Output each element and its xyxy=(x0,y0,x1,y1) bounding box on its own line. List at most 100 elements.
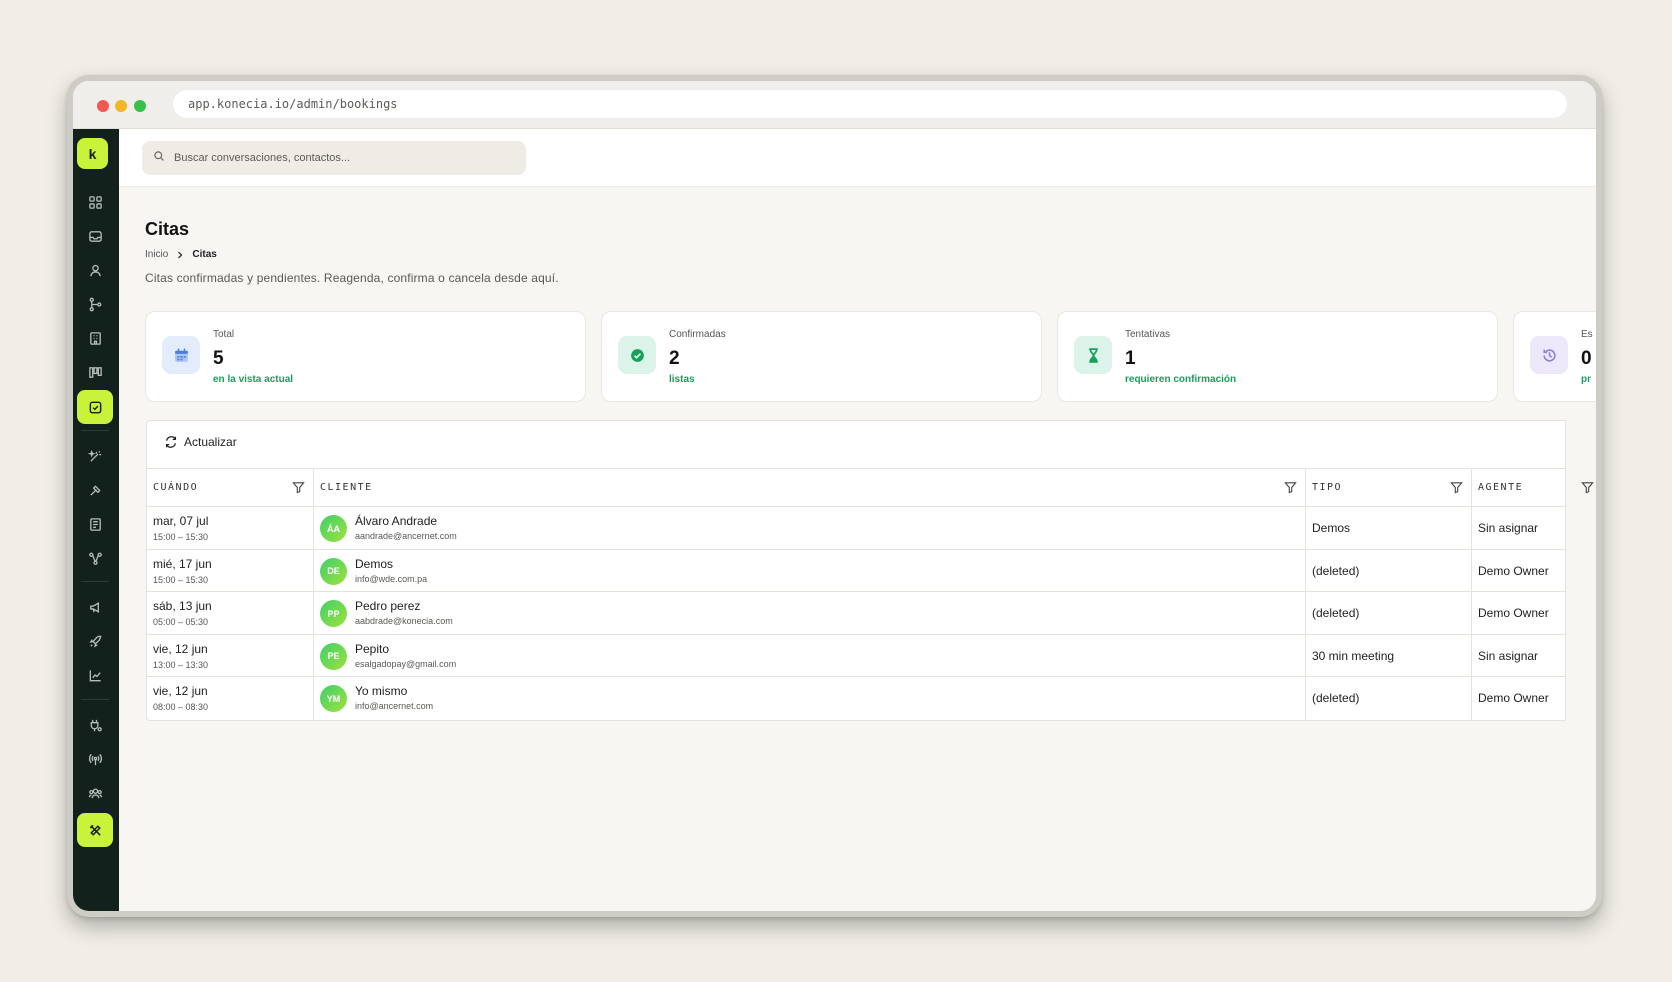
stat-value: 5 xyxy=(213,348,224,369)
search-input[interactable]: Buscar conversaciones, contactos... xyxy=(142,141,526,175)
avatar: DE xyxy=(320,557,347,585)
tools-icon xyxy=(89,824,101,836)
column-header-when[interactable]: CUÁNDO xyxy=(147,469,314,507)
client-name[interactable]: Demos xyxy=(355,557,393,571)
client-cell: PE Pepito esalgadopay@gmail.com xyxy=(314,634,1306,676)
agent-cell: Demo Owner xyxy=(1472,592,1596,634)
client-name[interactable]: Pedro perez xyxy=(355,599,420,613)
filter-icon[interactable] xyxy=(292,481,305,494)
sidebar-item-tools[interactable] xyxy=(77,473,113,507)
table-row[interactable]: sáb, 13 jun 05:00 – 05:30 PP Pedro perez… xyxy=(147,592,1565,635)
sidebar-item-integrations[interactable] xyxy=(77,541,113,575)
browser-titlebar: app.konecia.io/admin/bookings xyxy=(73,81,1596,129)
stat-value: 0 xyxy=(1581,348,1592,369)
sidebar-item-plugins[interactable] xyxy=(77,708,113,742)
sidebar-item-knowledge[interactable] xyxy=(77,507,113,541)
search-icon xyxy=(154,151,164,161)
column-title: CLIENTE xyxy=(320,482,373,493)
booking-time: 13:00 – 13:30 xyxy=(153,659,209,670)
type-cell: (deleted) xyxy=(1306,592,1472,634)
when-cell: sáb, 13 jun 05:00 – 05:30 xyxy=(147,592,314,634)
client-email: info@ancernet.com xyxy=(355,701,434,711)
booking-type: (deleted) xyxy=(1312,563,1360,578)
building-icon xyxy=(89,331,101,345)
filter-icon[interactable] xyxy=(1450,481,1463,494)
booking-time: 15:00 – 15:30 xyxy=(153,574,209,585)
sidebar-item-campaigns[interactable] xyxy=(77,590,113,624)
refresh-button[interactable]: Actualizar xyxy=(164,435,237,449)
stat-label: Tentativas xyxy=(1125,329,1171,340)
table-row[interactable]: mar, 07 jul 15:00 – 15:30 ÁA Álvaro Andr… xyxy=(147,507,1565,550)
booking-type: 30 min meeting xyxy=(1312,648,1395,663)
stat-label: Es xyxy=(1581,329,1593,340)
sidebar-item-channels[interactable] xyxy=(77,742,113,776)
table-row[interactable]: mié, 17 jun 15:00 – 15:30 DE Demos info@… xyxy=(147,549,1565,592)
sidebar-item-pipeline[interactable] xyxy=(77,355,113,389)
maximize-window-button[interactable] xyxy=(134,100,146,112)
app-logo[interactable]: k xyxy=(77,138,108,169)
booking-agent: Demo Owner xyxy=(1478,606,1549,620)
booking-agent: Demo Owner xyxy=(1478,563,1549,578)
sidebar-item-launch[interactable] xyxy=(77,624,113,658)
nodes-icon xyxy=(88,552,102,565)
chevron-right-icon xyxy=(178,251,183,258)
sidebar-divider xyxy=(81,430,109,431)
booking-agent: Demo Owner xyxy=(1478,691,1549,705)
sidebar-item-contacts[interactable] xyxy=(77,253,113,287)
table-row[interactable]: vie, 12 jun 13:00 – 13:30 PE Pepito esal… xyxy=(147,634,1565,677)
sidebar-item-team[interactable] xyxy=(77,776,113,810)
client-cell: ÁA Álvaro Andrade aandrade@ancernet.com xyxy=(314,507,1306,549)
breadcrumb-current: Citas xyxy=(192,249,217,260)
plug-settings-icon xyxy=(90,719,102,731)
table-header: CUÁNDO CLIENTE TIPO AGENTE xyxy=(147,469,1594,507)
hammer-icon xyxy=(89,484,101,496)
booking-type: (deleted) xyxy=(1312,691,1360,705)
filter-icon[interactable] xyxy=(1284,481,1297,494)
stat-label: Total xyxy=(213,329,235,340)
sidebar-item-analytics[interactable] xyxy=(77,658,113,692)
client-name[interactable]: Álvaro Andrade xyxy=(355,514,437,528)
client-email: aabdrade@konecia.com xyxy=(355,616,453,626)
stat-value: 2 xyxy=(669,348,680,369)
page-title: Citas xyxy=(145,219,190,239)
close-window-button[interactable] xyxy=(97,100,109,112)
filter-icon[interactable] xyxy=(1581,481,1594,494)
breadcrumb-home[interactable]: Inicio xyxy=(145,249,168,260)
browser-window: app.konecia.io/admin/bookings k Buscar c… xyxy=(67,75,1602,917)
client-name[interactable]: Yo mismo xyxy=(355,684,407,698)
column-header-client[interactable]: CLIENTE xyxy=(314,469,1306,507)
sidebar-item-companies[interactable] xyxy=(77,321,113,355)
agent-cell: Sin asignar xyxy=(1472,507,1596,549)
table-row[interactable]: vie, 12 jun 08:00 – 08:30 YM Yo mismo in… xyxy=(147,677,1565,720)
booking-date: sáb, 13 jun xyxy=(153,599,212,613)
minimize-window-button[interactable] xyxy=(115,100,127,112)
sidebar-item-flows[interactable] xyxy=(77,287,113,321)
client-name[interactable]: Pepito xyxy=(355,642,389,656)
stat-card-total: Total 5 en la vista actual xyxy=(145,311,586,402)
sidebar-item-dashboard[interactable] xyxy=(77,185,113,219)
stat-card-tentative: Tentativas 1 requieren confirmación xyxy=(1057,311,1498,402)
stat-note: en la vista actual xyxy=(213,374,294,385)
hourglass-icon xyxy=(1074,336,1112,374)
agent-cell: Sin asignar xyxy=(1472,635,1596,677)
address-bar[interactable]: app.konecia.io/admin/bookings xyxy=(173,90,1567,118)
sidebar-item-bookings[interactable] xyxy=(77,390,113,424)
magic-wand-icon xyxy=(87,449,101,462)
when-cell: vie, 12 jun 08:00 – 08:30 xyxy=(147,677,314,720)
column-title: AGENTE xyxy=(1478,482,1524,493)
sidebar-item-inbox[interactable] xyxy=(77,219,113,253)
search-placeholder: Buscar conversaciones, contactos... xyxy=(174,152,351,164)
sidebar-item-ai[interactable] xyxy=(77,439,113,473)
booking-date: mar, 07 jul xyxy=(153,514,209,528)
column-header-agent[interactable]: AGENTE xyxy=(1472,469,1596,507)
when-cell: vie, 12 jun 13:00 – 13:30 xyxy=(147,634,314,676)
sidebar-item-settings[interactable] xyxy=(77,813,113,847)
book-icon xyxy=(89,517,101,531)
agent-cell: Demo Owner xyxy=(1472,550,1596,592)
booking-date: mié, 17 jun xyxy=(153,556,212,571)
column-header-type[interactable]: TIPO xyxy=(1306,469,1472,507)
client-email: info@wde.com.pa xyxy=(355,573,428,584)
booking-date: vie, 12 jun xyxy=(153,641,208,656)
agent-cell: Demo Owner xyxy=(1472,677,1596,720)
refresh-icon xyxy=(165,436,177,448)
